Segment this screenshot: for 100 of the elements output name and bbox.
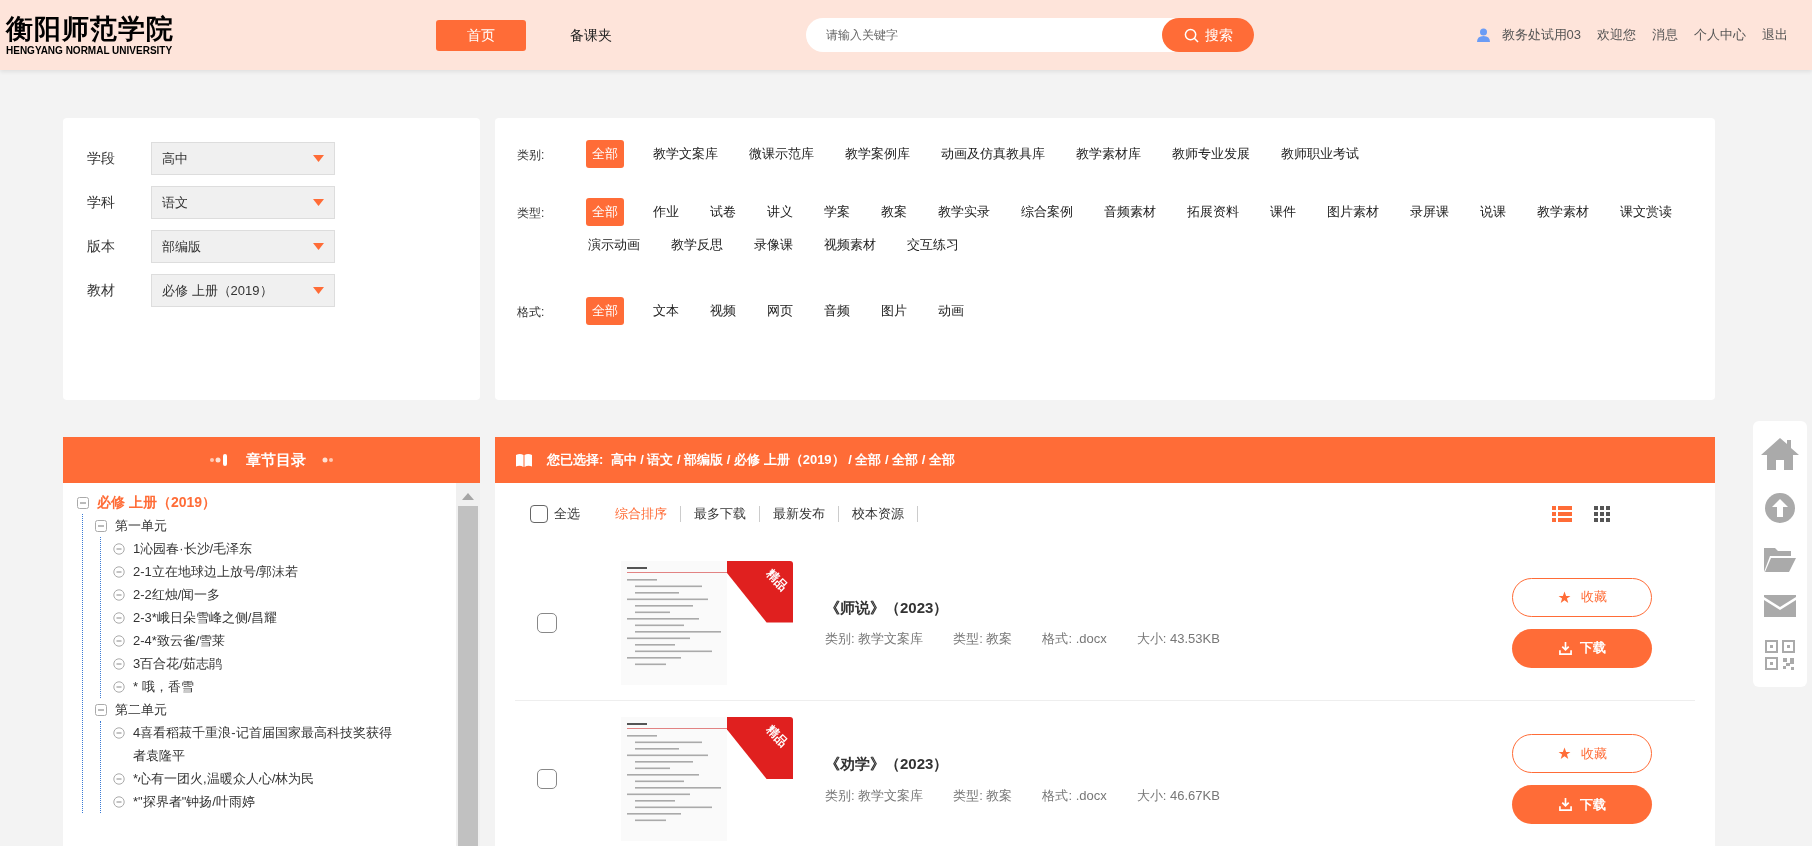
tree-node[interactable]: *心有一团火,温暖众人心/林为民 (133, 767, 315, 790)
tree-node[interactable]: 1沁园春·长沙/毛泽东 (133, 537, 253, 560)
qr-code-icon[interactable] (1764, 638, 1796, 671)
caret-icon (313, 155, 324, 162)
filter-option[interactable]: 试卷 (708, 198, 738, 226)
dropdown[interactable]: 高中 (151, 142, 335, 175)
leaf-node-icon (113, 796, 125, 808)
filter-option[interactable]: 教师职业考试 (1279, 140, 1361, 168)
filter-option[interactable]: 交互练习 (905, 231, 961, 259)
leaf-node-icon (113, 773, 125, 785)
back-to-top-icon[interactable] (1764, 492, 1796, 525)
filter-option[interactable]: 教学文案库 (651, 140, 720, 168)
resource-meta: 类别: 教学文案库 (825, 786, 924, 805)
tree-node[interactable]: *"探界者"钟扬/叶雨婷 (133, 790, 255, 813)
download-icon (1558, 641, 1572, 655)
tree-node[interactable]: 3百合花/茹志鹃 (133, 652, 222, 675)
logo-title: 衡阳师范学院 (6, 13, 175, 45)
filter-option[interactable]: 录屏课 (1408, 198, 1451, 226)
dropdown[interactable]: 部编版 (151, 230, 335, 263)
resource-title[interactable]: 《劝学》（2023） (825, 753, 1512, 776)
list-view-icon[interactable] (1552, 506, 1572, 522)
header-link[interactable]: 欢迎您 (1597, 25, 1636, 45)
tree-node[interactable]: 2-4*致云雀/雪莱 (133, 629, 226, 652)
checkbox[interactable] (537, 769, 557, 789)
star-icon (1557, 590, 1571, 604)
user-name: 教务处试用03 (1501, 26, 1581, 45)
header-link[interactable]: 退出 (1762, 25, 1788, 45)
filter-option[interactable]: 微课示范库 (747, 140, 816, 168)
filter-option[interactable]: 教学反思 (669, 231, 725, 259)
collapse-icon[interactable] (95, 704, 107, 716)
filter-option[interactable]: 图片 (879, 297, 909, 325)
caret-icon (313, 287, 324, 294)
ribbon-badge: 精品 (727, 717, 793, 779)
filter-option[interactable]: 教师专业发展 (1170, 140, 1252, 168)
filter-option[interactable]: 音频 (822, 297, 852, 325)
dropdown[interactable]: 语文 (151, 186, 335, 219)
grid-view-icon[interactable] (1594, 506, 1610, 522)
filter-option[interactable]: 学案 (822, 198, 852, 226)
header-link[interactable]: 个人中心 (1694, 25, 1746, 45)
filter-option[interactable]: 综合案例 (1019, 198, 1075, 226)
resource-title[interactable]: 《师说》（2023） (825, 596, 1512, 619)
nav-tab[interactable]: 备课夹 (546, 19, 636, 51)
filter-option[interactable]: 视频素材 (822, 231, 878, 259)
tree-node[interactable]: 2-1立在地球边上放号/郭沫若 (133, 560, 299, 583)
search-icon (1183, 27, 1199, 43)
filter-option[interactable]: 教学案例库 (843, 140, 912, 168)
filter-option[interactable]: 教学素材库 (1074, 140, 1143, 168)
filter-option[interactable]: 讲义 (765, 198, 795, 226)
filter-option[interactable]: 演示动画 (586, 231, 642, 259)
download-icon (1558, 798, 1572, 811)
resource-meta: 格式: .docx (1042, 630, 1107, 648)
checkbox[interactable] (537, 612, 557, 633)
filter-option[interactable]: 音频素材 (1102, 198, 1158, 226)
filter-option[interactable]: 课件 (1268, 198, 1298, 226)
scrollbar-thumb[interactable] (458, 506, 478, 846)
select-all-checkbox[interactable]: 全选 (530, 504, 580, 524)
dropdown[interactable]: 必修 上册（2019） (151, 274, 335, 307)
collapse-icon[interactable] (95, 520, 107, 532)
home-icon[interactable] (1760, 437, 1800, 472)
sort-tab[interactable]: 最多下载 (681, 506, 760, 522)
filter-label: 类别: (517, 147, 546, 164)
filter-option[interactable]: 录像课 (752, 231, 795, 259)
filter-option[interactable]: 教案 (879, 198, 909, 226)
filter-option[interactable]: 视频 (708, 297, 738, 325)
filter-option[interactable]: 说课 (1478, 198, 1508, 226)
selector-label: 学科 (87, 193, 116, 212)
scroll-up-icon[interactable] (462, 493, 474, 500)
logo-subtitle: HENGYANG NORMAL UNIVERSITY (6, 45, 174, 57)
search-input[interactable]: 请输入关键字 (826, 26, 1162, 44)
sort-tab[interactable]: 最新发布 (760, 506, 839, 522)
filter-option[interactable]: 图片素材 (1325, 198, 1381, 226)
header-link[interactable]: 消息 (1652, 25, 1678, 45)
tree-node[interactable]: 第一单元 (115, 514, 167, 537)
filter-option[interactable]: 作业 (651, 198, 681, 226)
leaf-node-icon (113, 543, 125, 555)
filter-option[interactable]: 动画及仿真教具库 (939, 140, 1047, 168)
resource-meta: 格式: .docx (1042, 786, 1107, 805)
tree-node[interactable]: 第二单元 (115, 698, 167, 721)
user-icon (1476, 28, 1490, 42)
sort-tab[interactable]: 校本资源 (839, 506, 918, 522)
filter-option[interactable]: 动画 (936, 297, 966, 325)
filter-option[interactable]: 课文赏读 (1618, 198, 1674, 226)
filter-option[interactable]: 教学实录 (936, 198, 992, 226)
filter-option[interactable]: 网页 (765, 297, 795, 325)
tree-node[interactable]: * 哦，香雪 (133, 675, 194, 698)
selector-label: 教材 (87, 281, 116, 300)
selector-label: 学段 (87, 149, 116, 168)
filter-option[interactable]: 拓展资料 (1185, 198, 1241, 226)
mail-icon[interactable] (1763, 593, 1797, 618)
tree-node[interactable]: 2-3*峨日朵雪峰之侧/昌耀 (133, 606, 278, 629)
tree-node[interactable]: 4喜看稻菽千重浪-记首届国家最高科技奖获得者袁隆平 (133, 721, 403, 767)
folder-icon[interactable] (1763, 545, 1797, 573)
dots-icon (209, 454, 230, 466)
filter-option[interactable]: 教学素材 (1535, 198, 1591, 226)
leaf-node-icon (113, 681, 125, 693)
leaf-node-icon (113, 566, 125, 578)
collapse-icon[interactable] (77, 497, 89, 509)
filter-option[interactable]: 文本 (651, 297, 681, 325)
scrollbar[interactable] (456, 483, 480, 846)
tree-node[interactable]: 2-2红烛/闻一多 (133, 583, 221, 606)
